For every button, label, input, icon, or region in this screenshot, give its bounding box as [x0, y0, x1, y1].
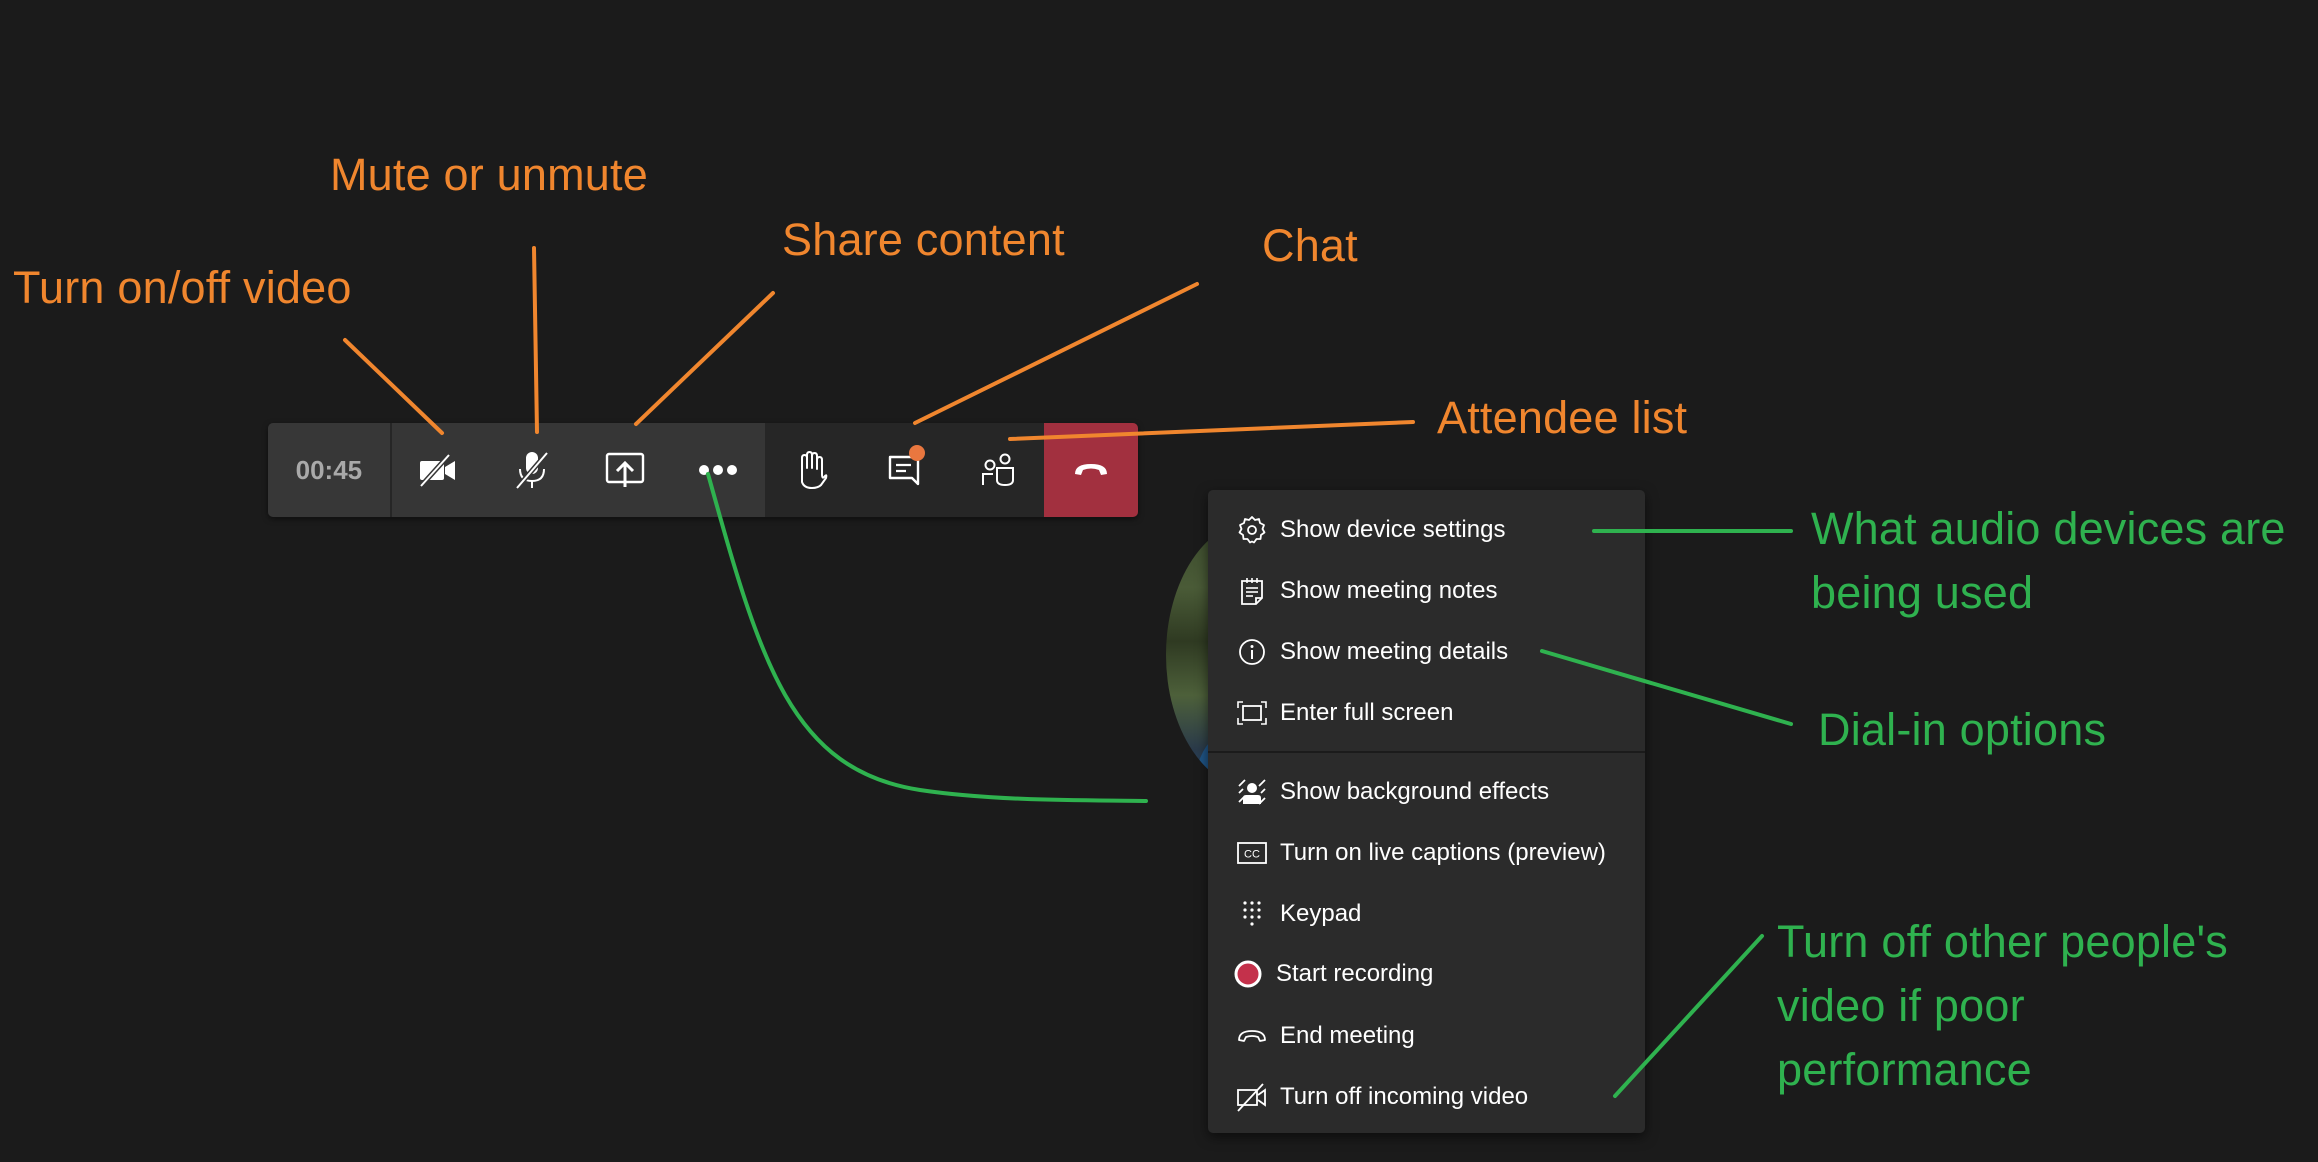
annotation-dial-in-options: Dial-in options: [1818, 704, 2107, 755]
leader-line-share: [634, 291, 775, 426]
menu-item-label: Show meeting details: [1280, 637, 1509, 665]
menu-item-label: Show background effects: [1280, 777, 1550, 805]
annotation-audio-devices-line2: being used: [1811, 567, 2034, 618]
more-actions-button[interactable]: [672, 423, 765, 517]
menu-item-end-meeting[interactable]: End meeting: [1208, 1005, 1645, 1066]
menu-item-full-screen[interactable]: Enter full screen: [1208, 682, 1645, 743]
more-actions-menu: Show device settings Show meeting notes …: [1208, 490, 1645, 1133]
mic-off-icon: [514, 451, 549, 490]
toolbar-secondary-controls: [764, 423, 1045, 517]
chat-button[interactable]: [858, 423, 951, 517]
menu-item-label: Show meeting notes: [1280, 576, 1498, 604]
leader-line-chat: [913, 282, 1199, 425]
video-off-icon: [1236, 1081, 1268, 1113]
record-icon: [1232, 958, 1264, 990]
menu-item-label: End meeting: [1280, 1021, 1415, 1049]
raise-hand-button[interactable]: [765, 423, 858, 517]
annotation-incoming-video-line1: Turn off other people's: [1777, 916, 2228, 967]
menu-item-keypad[interactable]: Keypad: [1208, 883, 1645, 944]
menu-item-meeting-details[interactable]: Show meeting details: [1208, 621, 1645, 682]
menu-item-label: Show device settings: [1280, 515, 1506, 543]
menu-item-label: Keypad: [1280, 899, 1362, 927]
fullscreen-icon: [1236, 697, 1268, 729]
menu-item-label: Start recording: [1276, 959, 1434, 987]
raise-hand-icon: [801, 451, 828, 489]
attendee-list-button[interactable]: [951, 423, 1044, 517]
annotation-incoming-video-line3: performance: [1777, 1044, 2032, 1095]
menu-item-label: Turn on live captions (preview): [1280, 838, 1606, 866]
annotation-chat: Chat: [1262, 220, 1358, 271]
annotation-share-content: Share content: [782, 214, 1065, 265]
annotation-attendee-list: Attendee list: [1437, 392, 1688, 443]
menu-item-label: Turn off incoming video: [1280, 1082, 1529, 1110]
people-icon: [981, 453, 1014, 487]
end-call-icon: [1236, 1020, 1268, 1052]
annotation-audio-devices-line1: What audio devices are: [1811, 503, 2286, 554]
menu-item-turn-off-incoming-video[interactable]: Turn off incoming video: [1208, 1066, 1645, 1127]
annotation-turn-on-off-video: Turn on/off video: [13, 262, 352, 313]
hang-up-button[interactable]: [1044, 423, 1138, 517]
closed-captions-icon: CC: [1236, 837, 1268, 869]
leader-line-more-actions: [706, 472, 1148, 803]
annotation-mute-or-unmute: Mute or unmute: [330, 149, 648, 200]
call-timer: 00:45: [268, 423, 392, 517]
chat-notification-badge: [909, 445, 926, 461]
mic-toggle-button[interactable]: [485, 423, 578, 517]
gear-icon: [1236, 514, 1268, 546]
annotation-incoming-video-line2: video if poor: [1777, 980, 2025, 1031]
leader-line-mute: [532, 246, 539, 434]
menu-item-background-effects[interactable]: Show background effects: [1208, 761, 1645, 822]
more-options-icon: [699, 465, 738, 475]
meeting-toolbar: 00:45: [268, 423, 1138, 517]
toolbar-main-controls: [391, 423, 765, 517]
share-content-button[interactable]: [578, 423, 671, 517]
keypad-icon: [1236, 898, 1268, 930]
background-effects-icon: [1236, 776, 1268, 808]
menu-item-meeting-notes[interactable]: Show meeting notes: [1208, 560, 1645, 621]
svg-text:CC: CC: [1244, 848, 1260, 860]
share-screen-icon: [605, 452, 645, 487]
menu-item-start-recording[interactable]: Start recording: [1208, 943, 1645, 1004]
video-toggle-button[interactable]: [392, 423, 485, 517]
info-icon: [1236, 636, 1268, 668]
video-off-icon: [419, 453, 456, 487]
menu-item-label: Enter full screen: [1280, 698, 1454, 726]
hang-up-icon: [1075, 464, 1108, 475]
leader-line-video: [343, 338, 444, 435]
menu-item-live-captions[interactable]: CC Turn on live captions (preview): [1208, 822, 1645, 883]
menu-item-device-settings[interactable]: Show device settings: [1208, 499, 1645, 560]
notes-icon: [1236, 575, 1268, 607]
menu-divider: [1208, 751, 1645, 753]
